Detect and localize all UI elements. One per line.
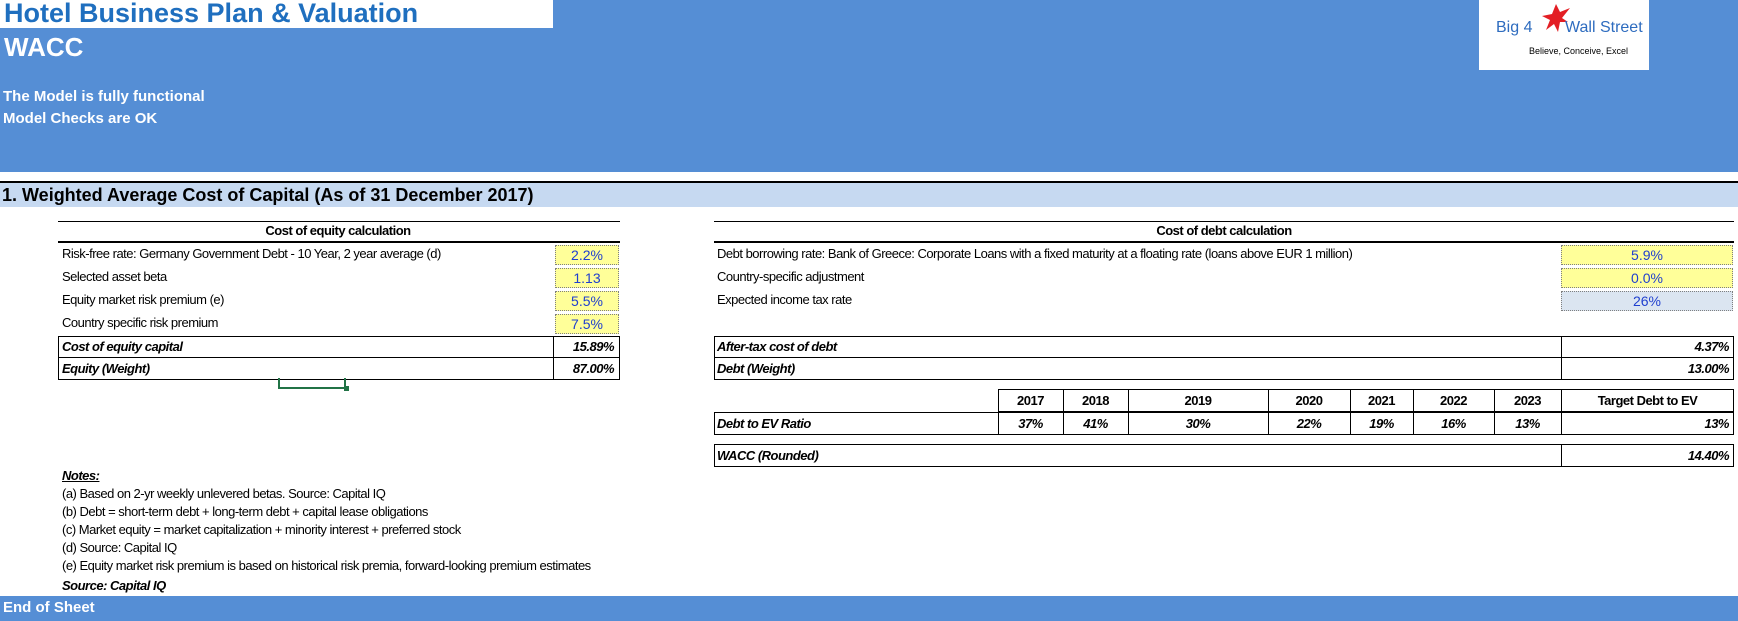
equity-heading: Cost of equity calculation (265, 223, 411, 238)
logo-text-left: Big 4 (1496, 19, 1533, 36)
debt-to-ev-label: Debt to EV Ratio (717, 416, 811, 431)
risk-free-rate-input[interactable]: 2.2% (555, 245, 619, 265)
debt-label-country-adj: Country-specific adjustment (717, 269, 864, 284)
ratio-2018: 41% (1083, 416, 1108, 431)
year-2022: 2022 (1440, 393, 1467, 408)
debt-weight-label: Debt (Weight) (717, 361, 795, 376)
country-risk-premium-input[interactable]: 7.5% (555, 314, 619, 334)
equity-weight-value: 87.00% (572, 361, 615, 376)
logo-text-right: Wall Street (1565, 19, 1643, 36)
debt-weight-value: 13.00% (1687, 361, 1730, 376)
equity-totals-divider (58, 357, 620, 358)
footer-band: End of Sheet (0, 596, 1738, 621)
target-debt-to-ev-value: 13% (1704, 416, 1729, 431)
section-title: 1. Weighted Average Cost of Capital (As … (2, 185, 534, 205)
ratio-2022: 16% (1441, 416, 1466, 431)
year-2023: 2023 (1514, 393, 1541, 408)
year-2018: 2018 (1082, 393, 1109, 408)
fill-handle[interactable] (344, 386, 349, 391)
ratio-2021: 19% (1369, 416, 1394, 431)
wacc-divider (1561, 444, 1562, 467)
country-adjustment-input[interactable]: 0.0% (1561, 268, 1733, 288)
equity-label-mrp: Equity market risk premium (e) (62, 292, 224, 307)
equity-label-risk-free: Risk-free rate: Germany Government Debt … (62, 246, 441, 261)
equity-heading-border (58, 241, 620, 243)
equity-weight-label: Equity (Weight) (62, 361, 150, 376)
title-box: Hotel Business Plan & Valuation (0, 0, 553, 28)
notes-title: Notes: (62, 468, 100, 483)
ratio-2017: 37% (1018, 416, 1043, 431)
debt-borrowing-rate-input[interactable]: 5.9% (1561, 245, 1733, 265)
debt-label-borrowing-rate: Debt borrowing rate: Bank of Greece: Cor… (717, 246, 1353, 261)
cost-of-equity-label: Cost of equity capital (62, 339, 183, 354)
equity-totals-vdivider (553, 336, 554, 380)
equity-label-country: Country specific risk premium (62, 315, 219, 330)
section-bar: 1. Weighted Average Cost of Capital (As … (0, 181, 1738, 207)
equity-label-beta: Selected asset beta (62, 269, 167, 284)
note-c: (c) Market equity = market capitalizatio… (62, 522, 461, 537)
income-tax-rate-input[interactable]: 26% (1561, 291, 1733, 311)
note-b: (b) Debt = short-term debt + long-term d… (62, 504, 428, 519)
debt-heading-border (714, 241, 1734, 243)
debt-totals-divider (714, 357, 1734, 358)
ratio-2020: 22% (1296, 416, 1322, 431)
note-e: (e) Equity market risk premium is based … (62, 558, 591, 573)
year-2021: 2021 (1368, 393, 1395, 408)
cost-of-equity-value: 15.89% (572, 339, 615, 354)
debt-totals-vdivider (1561, 336, 1562, 380)
ratio-2019: 30% (1185, 416, 1211, 431)
equity-risk-premium-input[interactable]: 5.5% (555, 291, 619, 311)
debt-label-tax-rate: Expected income tax rate (717, 292, 852, 307)
year-2019: 2019 (1184, 393, 1212, 408)
year-2020: 2020 (1295, 393, 1323, 408)
ratio-2023: 13% (1515, 416, 1540, 431)
logo-tagline: Believe, Conceive, Excel (1529, 46, 1629, 56)
note-d: (d) Source: Capital IQ (62, 540, 177, 555)
model-status: The Model is fully functional (3, 88, 205, 105)
note-a: (a) Based on 2-yr weekly unlevered betas… (62, 486, 386, 501)
end-of-sheet-label: End of Sheet (3, 599, 95, 616)
notes-source: Source: Capital IQ (62, 578, 166, 593)
after-tax-cost-of-debt-value: 4.37% (1694, 339, 1730, 354)
wacc-label: WACC (Rounded) (717, 448, 819, 463)
model-checks-status: Model Checks are OK (3, 110, 158, 127)
app-title: Hotel Business Plan & Valuation (4, 0, 419, 28)
asset-beta-input[interactable]: 1.13 (555, 268, 619, 288)
selected-cell[interactable] (278, 378, 346, 389)
target-debt-to-ev-header: Target Debt to EV (1597, 393, 1698, 408)
sheet-title: WACC (4, 32, 84, 62)
debt-heading: Cost of debt calculation (1156, 223, 1292, 238)
wacc-value: 14.40% (1687, 448, 1730, 463)
year-2017: 2017 (1017, 393, 1044, 408)
after-tax-cost-of-debt-label: After-tax cost of debt (717, 339, 837, 354)
company-logo: Big 4 Wall Street Believe, Conceive, Exc… (1479, 0, 1649, 70)
